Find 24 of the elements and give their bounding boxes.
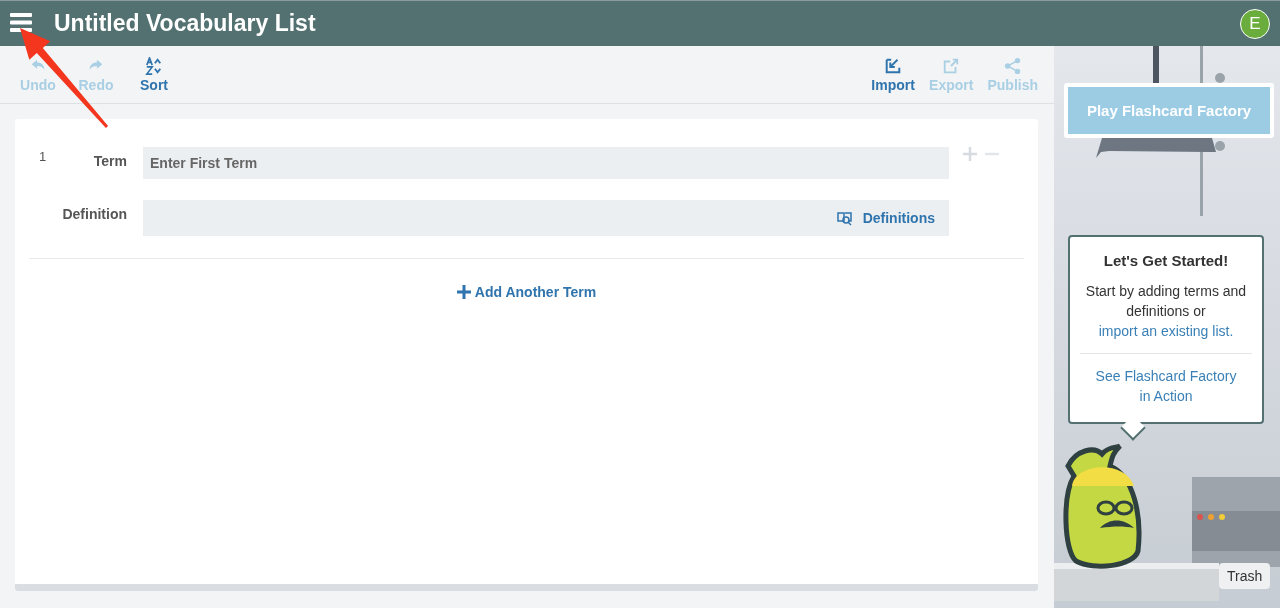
definition-input[interactable]: Definitions: [143, 200, 949, 236]
add-term-button[interactable]: Add Another Term: [450, 283, 603, 301]
see-in-action-link[interactable]: See Flashcard Factory in Action: [1080, 366, 1252, 406]
share-icon: [1003, 56, 1022, 75]
plus-icon: [456, 285, 471, 299]
avatar[interactable]: E: [1240, 8, 1270, 39]
callout-title: Let's Get Started!: [1102, 251, 1230, 271]
sort-icon: [145, 56, 163, 75]
import-button[interactable]: Import: [867, 54, 920, 95]
menu-icon[interactable]: [10, 12, 32, 35]
add-row-icon[interactable]: [963, 147, 977, 161]
term-input[interactable]: Enter First Term: [143, 147, 949, 179]
term-label: Term: [92, 153, 128, 169]
import-link[interactable]: import an existing list.: [1098, 323, 1234, 339]
definition-label: Definition: [61, 206, 128, 222]
dictionary-search-icon: [836, 210, 853, 226]
trash-label: Trash: [1219, 563, 1271, 589]
definitions-button[interactable]: Definitions: [830, 209, 941, 227]
page-title: Untitled Vocabulary List: [54, 10, 317, 37]
callout-text: Start by adding terms and definitions or import an existing list.: [1080, 281, 1252, 354]
export-icon: [942, 56, 961, 75]
import-icon: [884, 56, 903, 75]
row-number: 1: [39, 149, 48, 164]
sort-button[interactable]: Sort: [128, 54, 180, 95]
